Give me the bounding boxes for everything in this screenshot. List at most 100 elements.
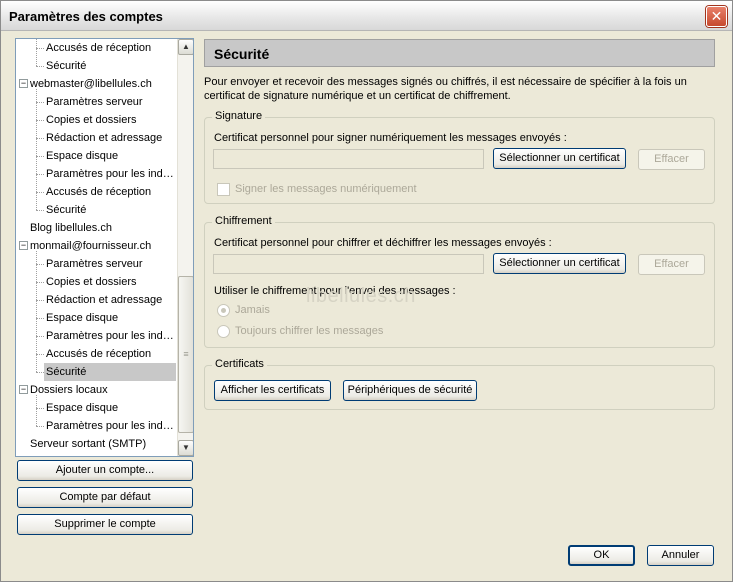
tree-item-label: Paramètres serveur xyxy=(46,96,143,108)
collapse-toggle-icon[interactable]: − xyxy=(19,79,28,88)
select-encryption-cert-button[interactable]: Sélectionner un certificat xyxy=(493,253,626,274)
never-radio[interactable] xyxy=(217,304,230,317)
title-bar: Paramètres des comptes ✕ xyxy=(1,1,732,31)
tree-item-label: Accusés de réception xyxy=(46,348,152,360)
watermark-logo: libellules.ch xyxy=(306,285,416,307)
encryption-cert-label: Certificat personnel pour chiffrer et dé… xyxy=(214,237,552,249)
default-account-button[interactable]: Compte par défaut xyxy=(17,487,193,508)
scroll-down-icon[interactable]: ▼ xyxy=(178,440,193,456)
tree-item[interactable]: Espace disque xyxy=(46,399,118,417)
tree-item[interactable]: Copies et dossiers xyxy=(46,273,137,291)
tree-item[interactable]: Espace disque xyxy=(46,147,118,165)
tree-connector xyxy=(36,354,44,355)
tree-connector xyxy=(36,138,44,139)
tree-item[interactable]: Sécurité xyxy=(46,57,86,75)
always-encrypt-label: Toujours chiffrer les messages xyxy=(235,325,384,337)
tree-connector xyxy=(36,174,44,175)
security-devices-button[interactable]: Périphériques de sécurité xyxy=(343,380,477,401)
delete-account-button[interactable]: Supprimer le compte xyxy=(17,514,193,535)
tree-connector xyxy=(36,66,44,67)
tree-connector xyxy=(36,336,44,337)
collapse-toggle-icon[interactable]: − xyxy=(19,241,28,250)
tree-connector xyxy=(36,210,44,211)
tree-item[interactable]: Paramètres pour les ind… xyxy=(46,417,174,435)
tree-item-label: Sécurité xyxy=(46,366,87,378)
panel-header: Sécurité xyxy=(204,39,715,67)
tree-item-label: Copies et dossiers xyxy=(46,276,137,288)
tree-item-label: Paramètres serveur xyxy=(46,258,143,270)
tree-item-label: Paramètres pour les ind… xyxy=(46,420,174,432)
account-tree[interactable]: Accusés de réception Sécurité webmaster@li… xyxy=(15,38,194,457)
tree-item[interactable]: Accusés de réception xyxy=(46,39,151,57)
tree-connector xyxy=(36,300,44,301)
tree-connector xyxy=(36,39,37,66)
sign-messages-checkbox[interactable] xyxy=(217,183,230,196)
tree-item[interactable]: Dossiers locaux xyxy=(30,381,108,399)
view-certificates-button[interactable]: Afficher les certificats xyxy=(214,380,331,401)
tree-item-label: Espace disque xyxy=(46,150,119,162)
signature-group-label: Signature xyxy=(212,110,266,122)
tree-connector xyxy=(36,102,44,103)
tree-connector xyxy=(36,192,44,193)
tree-item[interactable]: Paramètres pour les ind… xyxy=(46,165,174,183)
tree-connector xyxy=(36,395,37,426)
tree-item[interactable]: Sécurité xyxy=(44,363,176,381)
tree-item[interactable]: Paramètres serveur xyxy=(46,93,143,111)
tree-item[interactable]: Blog libellules.ch xyxy=(30,219,112,237)
panel-title: Sécurité xyxy=(214,46,270,62)
tree-item[interactable]: monmail@fournisseur.ch xyxy=(30,237,151,255)
account-settings-window: Paramètres des comptes ✕ Accusés de réce… xyxy=(0,0,733,582)
select-signature-cert-button[interactable]: Sélectionner un certificat xyxy=(493,148,626,169)
never-label: Jamais xyxy=(235,304,270,316)
tree-connector xyxy=(36,282,44,283)
tree-connector xyxy=(36,264,44,265)
collapse-toggle-icon[interactable]: − xyxy=(19,385,28,394)
tree-item-label: Rédaction et adressage xyxy=(46,132,163,144)
tree-item[interactable]: Accusés de réception xyxy=(46,183,151,201)
tree-item[interactable]: webmaster@libellules.ch xyxy=(30,75,152,93)
tree-connector xyxy=(36,318,44,319)
tree-item-label: Dossiers locaux xyxy=(30,384,108,396)
tree-item[interactable]: Sécurité xyxy=(46,201,86,219)
cancel-button[interactable]: Annuler xyxy=(647,545,714,566)
tree-connector xyxy=(36,120,44,121)
tree-item[interactable]: Rédaction et adressage xyxy=(46,129,162,147)
tree-scrollbar[interactable]: ▲ ≡ ▼ xyxy=(177,39,193,456)
close-icon[interactable]: ✕ xyxy=(706,6,727,27)
tree-connector xyxy=(36,372,44,373)
signature-cert-label: Certificat personnel pour signer numériq… xyxy=(214,132,567,144)
tree-item-label: Accusés de réception xyxy=(46,186,152,198)
tree-item[interactable]: Paramètres serveur xyxy=(46,255,143,273)
clear-encryption-cert-button[interactable]: Effacer xyxy=(638,254,705,275)
intro-text: Pour envoyer et recevoir des messages si… xyxy=(204,76,687,102)
tree-item[interactable]: Serveur sortant (SMTP) xyxy=(30,435,146,453)
tree-item-label: Rédaction et adressage xyxy=(46,294,163,306)
clear-signature-cert-button[interactable]: Effacer xyxy=(638,149,705,170)
tree-connector xyxy=(36,48,44,49)
tree-item-label: Paramètres pour les ind… xyxy=(46,330,174,342)
sign-messages-label: Signer les messages numériquement xyxy=(235,183,417,195)
tree-item-label: Accusés de réception xyxy=(46,42,152,54)
tree-item-label: Paramètres pour les ind… xyxy=(46,168,174,180)
tree-item-label: Blog libellules.ch xyxy=(30,222,112,234)
tree-item-label: monmail@fournisseur.ch xyxy=(30,240,152,252)
tree-item[interactable]: Espace disque xyxy=(46,309,118,327)
signature-cert-field[interactable] xyxy=(213,149,484,169)
ok-button[interactable]: OK xyxy=(568,545,635,566)
add-account-button[interactable]: Ajouter un compte... xyxy=(17,460,193,481)
tree-connector xyxy=(36,426,44,427)
tree-item[interactable]: Rédaction et adressage xyxy=(46,291,162,309)
always-encrypt-radio[interactable] xyxy=(217,325,230,338)
tree-connector xyxy=(36,89,37,210)
scroll-up-icon[interactable]: ▲ xyxy=(178,39,193,55)
tree-item-label: Espace disque xyxy=(46,402,119,414)
tree-connector xyxy=(36,408,44,409)
encryption-cert-field[interactable] xyxy=(213,254,484,274)
tree-item[interactable]: Copies et dossiers xyxy=(46,111,137,129)
tree-item-label: Espace disque xyxy=(46,312,119,324)
radio-dot xyxy=(221,308,226,313)
tree-connector xyxy=(36,251,37,372)
tree-item[interactable]: Paramètres pour les ind… xyxy=(46,327,174,345)
scroll-thumb[interactable]: ≡ xyxy=(178,276,193,433)
tree-item[interactable]: Accusés de réception xyxy=(46,345,151,363)
